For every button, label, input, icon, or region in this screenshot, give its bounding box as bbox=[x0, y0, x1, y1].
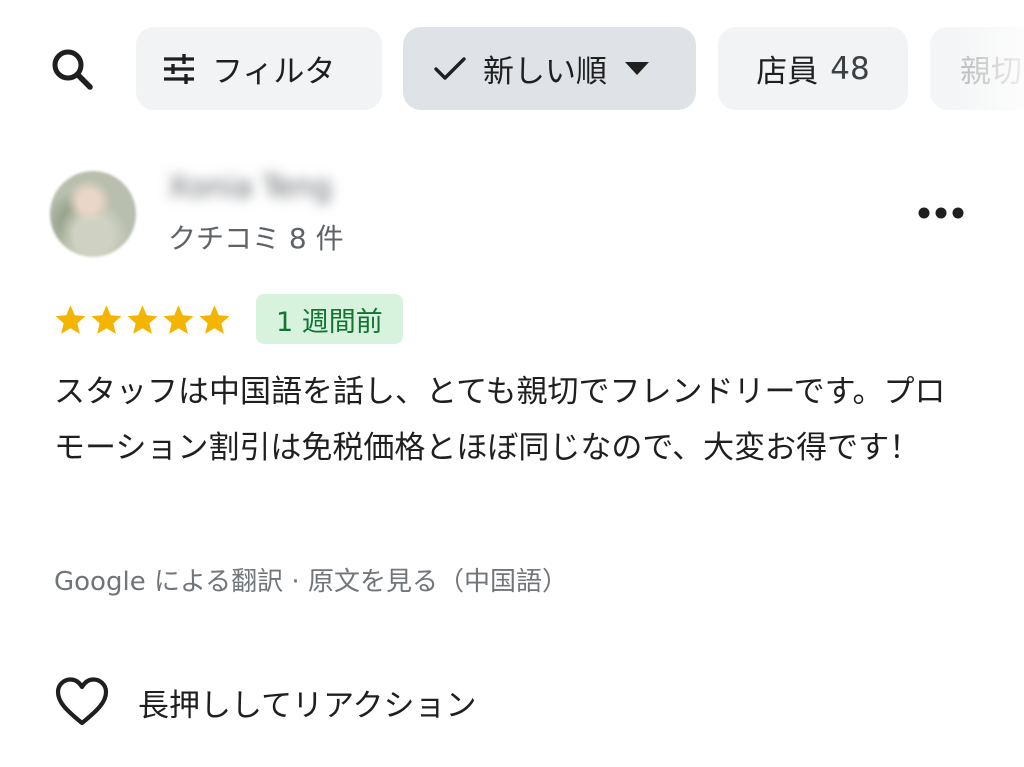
check-icon bbox=[433, 55, 467, 83]
sort-chip[interactable]: 新しい順 bbox=[403, 27, 696, 110]
star-rating bbox=[54, 304, 231, 336]
show-original-link[interactable]: 原文を見る（中国語） bbox=[308, 567, 568, 597]
kindness-chip-label: 親切 bbox=[960, 54, 1022, 90]
reviewer-review-count: クチコミ 8 件 bbox=[168, 222, 344, 255]
translation-separator: · bbox=[283, 567, 308, 597]
search-icon bbox=[52, 49, 93, 90]
filter-chip-label: フィルタ bbox=[212, 54, 336, 90]
star-icon bbox=[90, 304, 123, 336]
translated-by-label: Google による翻訳 bbox=[54, 567, 284, 597]
review-text: スタッフは中国語を話し、とても親切でフレンドリーです。プロモーション割引は免税価… bbox=[54, 374, 946, 466]
more-horiz-icon bbox=[918, 207, 964, 219]
review-page: フィルタ 新しい順 店員 48 親切 Xonia Teng クチコミ 8 件 1… bbox=[0, 0, 1024, 767]
reaction-button[interactable]: 長押ししてリアクション bbox=[54, 676, 477, 728]
staff-chip-label: 店員 bbox=[756, 54, 819, 90]
staff-chip-count: 48 bbox=[830, 50, 870, 87]
translation-info: Google による翻訳 · 原文を見る（中国語） bbox=[54, 561, 568, 598]
star-icon bbox=[126, 304, 159, 336]
tune-icon bbox=[162, 53, 196, 85]
staff-topic-chip[interactable]: 店員 48 bbox=[718, 27, 908, 110]
reaction-label: 長押ししてリアクション bbox=[138, 687, 477, 724]
more-options-button[interactable] bbox=[912, 196, 970, 230]
search-button[interactable] bbox=[46, 43, 98, 95]
star-icon bbox=[198, 304, 231, 336]
kindness-topic-chip[interactable]: 親切 bbox=[930, 27, 1024, 110]
filter-chip[interactable]: フィルタ bbox=[136, 27, 382, 110]
sort-chip-label: 新しい順 bbox=[483, 54, 607, 90]
star-icon bbox=[162, 304, 195, 336]
filter-toolbar: フィルタ 新しい順 店員 48 親切 bbox=[0, 27, 1024, 110]
star-icon bbox=[54, 304, 87, 336]
reviewer-name[interactable]: Xonia Teng bbox=[168, 170, 332, 205]
avatar[interactable] bbox=[50, 171, 136, 257]
heart-outline-icon bbox=[54, 676, 110, 728]
caret-down-icon bbox=[625, 61, 649, 76]
review-time-badge: 1 週間前 bbox=[256, 294, 403, 344]
